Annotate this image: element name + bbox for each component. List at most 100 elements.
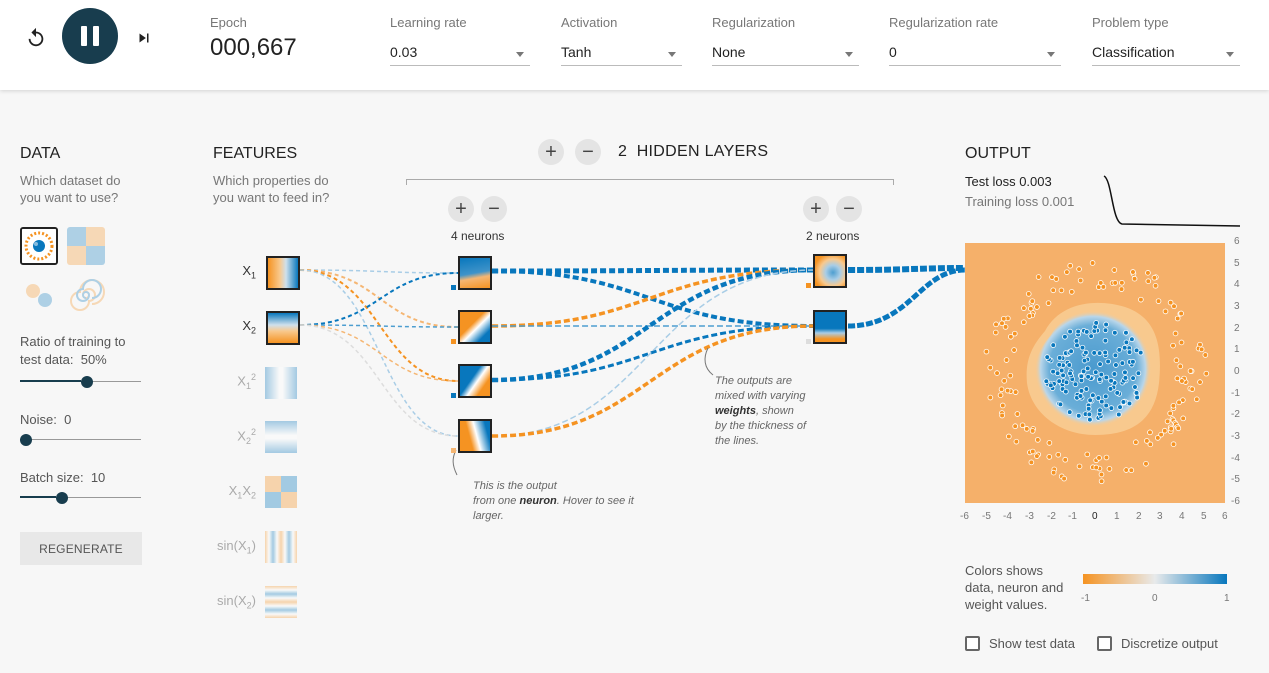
data-point (1155, 298, 1162, 304)
data-point (1057, 401, 1064, 408)
data-point (1203, 370, 1210, 377)
neuron-1-3[interactable] (458, 364, 492, 398)
data-point (1145, 278, 1152, 285)
data-point (1046, 454, 1053, 460)
show-test-data-checkbox[interactable]: Show test data (965, 636, 1075, 651)
data-point (1078, 388, 1085, 394)
data-point (1061, 475, 1067, 482)
checkbox-icon[interactable] (1097, 636, 1112, 651)
data-point (993, 321, 999, 328)
data-point (1098, 478, 1105, 485)
data-point (1013, 438, 1020, 445)
color-legend-text: Colors shows data, neuron and weight val… (965, 563, 1064, 612)
data-point (1170, 402, 1177, 409)
data-point (1050, 287, 1057, 294)
data-point (1111, 267, 1118, 273)
data-point (1067, 370, 1073, 377)
data-point (1045, 300, 1052, 306)
data-point (1193, 396, 1200, 403)
output-heatmap[interactable] (965, 243, 1225, 503)
bias-1-1 (451, 285, 456, 290)
data-point (1076, 463, 1083, 470)
data-point (1172, 330, 1179, 337)
data-point (1179, 378, 1185, 384)
data-point (1098, 471, 1105, 478)
data-point (1089, 260, 1096, 266)
data-point (987, 364, 994, 371)
data-point (1161, 427, 1168, 434)
neuron-1-1[interactable] (458, 256, 492, 290)
data-point (1130, 375, 1136, 381)
data-point (1134, 394, 1140, 401)
data-point (1078, 373, 1085, 380)
output-plot (965, 243, 1225, 503)
bias-2-1 (806, 283, 811, 288)
data-point (1177, 363, 1184, 370)
data-point (1143, 460, 1149, 467)
data-point (1093, 320, 1099, 326)
training-loss: Training loss 0.001 (965, 194, 1075, 209)
data-point (1147, 429, 1153, 436)
data-point (1035, 274, 1042, 280)
neuron-1-2[interactable] (458, 310, 492, 344)
data-point (1202, 352, 1209, 358)
data-point (987, 394, 994, 401)
data-point (1076, 266, 1082, 272)
data-point (1028, 305, 1034, 312)
data-point (1056, 355, 1063, 361)
data-point (997, 392, 1004, 398)
data-point (1119, 360, 1126, 366)
data-point (1007, 372, 1014, 379)
data-point (1123, 467, 1129, 473)
data-point (1062, 456, 1069, 463)
data-point (1103, 374, 1110, 381)
data-point (1097, 280, 1104, 286)
data-point (1123, 339, 1130, 346)
data-point (1108, 405, 1115, 411)
data-point (1035, 437, 1041, 443)
neuron-2-2[interactable] (813, 310, 847, 344)
data-point (1132, 384, 1138, 390)
data-point (1144, 438, 1150, 444)
data-point (1130, 269, 1136, 275)
data-point (1046, 440, 1053, 446)
data-point (1000, 315, 1007, 322)
data-point (1029, 448, 1036, 455)
data-point (1062, 334, 1068, 340)
data-point (983, 348, 990, 355)
neuron-2-1[interactable] (813, 254, 847, 288)
data-point (992, 329, 999, 336)
data-point (1003, 357, 1010, 363)
checkbox-icon[interactable] (965, 636, 980, 651)
data-point (1001, 378, 1008, 384)
data-point (1028, 459, 1035, 466)
data-point (999, 320, 1005, 327)
data-point (1050, 342, 1057, 348)
data-point (1111, 371, 1118, 377)
data-point (1113, 362, 1119, 368)
discretize-output-checkbox[interactable]: Discretize output (1097, 636, 1218, 651)
data-point (1085, 405, 1092, 412)
data-point (1081, 357, 1088, 364)
data-point (1080, 368, 1087, 375)
data-point (1077, 277, 1084, 284)
data-point (1066, 409, 1073, 415)
neuron-1-4[interactable] (458, 419, 492, 453)
data-point (1025, 291, 1032, 297)
data-point (1093, 464, 1100, 471)
data-point (1026, 313, 1033, 319)
data-point (1122, 375, 1129, 381)
data-point (1068, 289, 1075, 295)
bias-1-4 (451, 448, 456, 453)
color-legend-gradient (1083, 574, 1227, 584)
data-point (1096, 455, 1102, 461)
data-point (1133, 439, 1139, 446)
data-point (998, 386, 1005, 393)
data-point (1122, 369, 1128, 376)
data-point (1019, 422, 1026, 429)
legend-mid: 0 (1152, 593, 1158, 604)
data-point (1170, 441, 1177, 447)
data-point (1152, 283, 1159, 289)
data-point (1097, 407, 1103, 414)
data-point (1060, 372, 1066, 379)
